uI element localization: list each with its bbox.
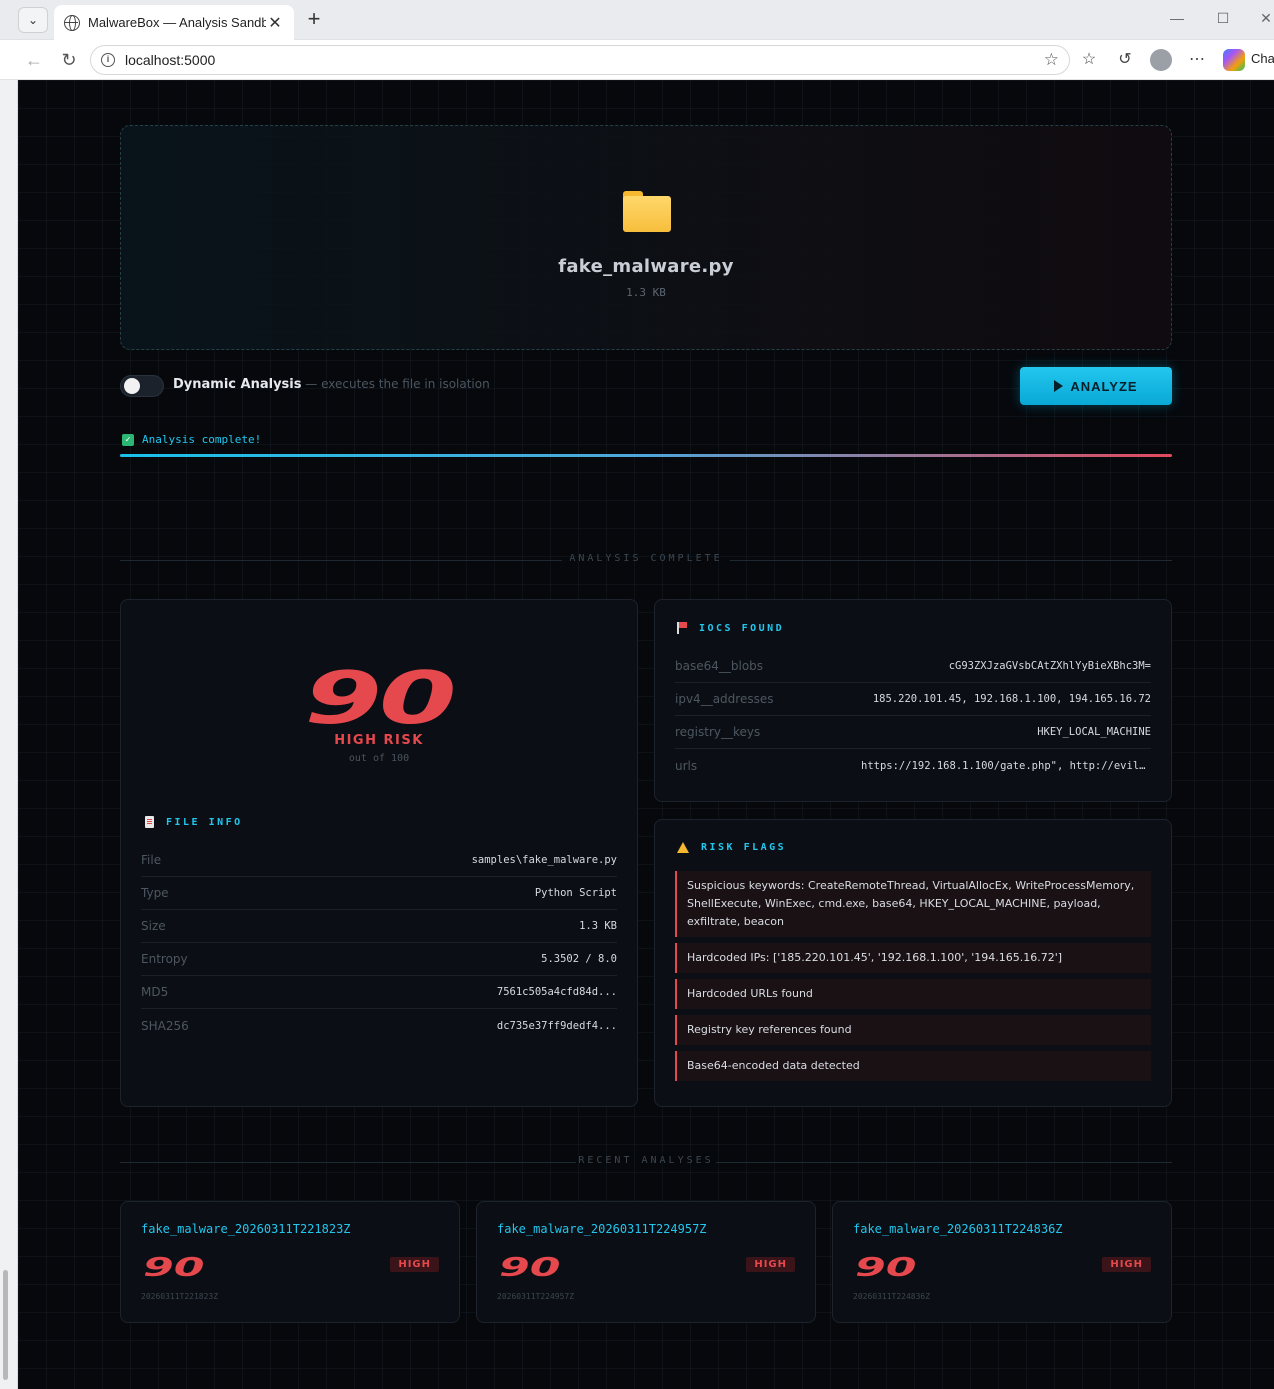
- recent-analysis-card[interactable]: fake_malware_20260311T224957Z 90 HIGH 20…: [476, 1201, 816, 1323]
- recent-analysis-score: 90: [855, 1253, 917, 1283]
- file-info-row: Entropy 5.3502 / 8.0: [141, 943, 617, 976]
- recent-analysis-name: fake_malware_20260311T224836Z: [853, 1222, 1063, 1236]
- copilot-icon[interactable]: [1223, 49, 1245, 71]
- browser-tab[interactable]: MalwareBox — Analysis Sandbox ✕: [54, 5, 294, 40]
- browser-titlebar: ⌄ MalwareBox — Analysis Sandbox ✕ + — ☐ …: [0, 0, 1274, 40]
- risk-flag-item: Hardcoded IPs: ['185.220.101.45', '192.1…: [675, 943, 1151, 973]
- section-title: RECENT ANALYSES: [578, 1155, 714, 1166]
- score-scale: out of 100: [348, 753, 410, 764]
- checkmark-icon: ✓: [122, 433, 134, 446]
- ioc-row: base64__blobs cG93ZXJzaGVsbCAtZXhlYyBieXB…: [675, 650, 1151, 683]
- iocs-card: IOCS FOUND base64__blobs cG93ZXJzaGVsbCAt…: [654, 599, 1172, 802]
- app-viewport: fake_malware.py 1.3 KB Dynamic Analysis …: [18, 80, 1274, 1389]
- recent-analysis-name: fake_malware_20260311T221823Z: [141, 1222, 351, 1236]
- play-icon: [1054, 380, 1064, 392]
- back-button[interactable]: ←: [22, 48, 46, 72]
- progress-fill: [120, 454, 1172, 457]
- tab-actions-menu[interactable]: ⌄: [18, 7, 48, 33]
- dynamic-analysis-title: Dynamic Analysis: [173, 377, 302, 392]
- file-info-row: MD5 7561c505a4cfd84d...: [141, 976, 617, 1009]
- recent-analysis-score: 90: [499, 1253, 561, 1283]
- address-bar: ← ↻ i localhost:5000 ☆ ☆ ↺ ⋯ Cha: [0, 40, 1274, 80]
- ioc-row: ipv4__addresses 185.220.101.45, 192.168.1…: [675, 683, 1151, 716]
- close-tab-icon[interactable]: ✕: [266, 13, 284, 33]
- toggle-knob: [124, 378, 140, 394]
- risk-flag-item: Registry key references found: [675, 1015, 1151, 1045]
- ioc-row: urls https://192.168.1.100/gate.php", htt…: [675, 758, 1151, 773]
- risk-badge: HIGH: [746, 1257, 795, 1272]
- favorite-star-icon[interactable]: ☆: [1044, 50, 1059, 70]
- analyze-button-label: ANALYZE: [1070, 378, 1138, 394]
- chevron-down-icon: ⌄: [27, 13, 39, 27]
- tab-title: MalwareBox — Analysis Sandbox: [88, 15, 266, 30]
- progress-bar: [120, 454, 1172, 457]
- file-info-row: Type Python Script: [141, 877, 617, 910]
- file-info-row: Size 1.3 KB: [141, 910, 617, 943]
- maximize-button[interactable]: ☐: [1213, 10, 1233, 27]
- url-text: localhost:5000: [125, 52, 216, 68]
- recent-analysis-card[interactable]: fake_malware_20260311T221823Z 90 HIGH 20…: [120, 1201, 460, 1323]
- reload-button[interactable]: ↻: [57, 48, 81, 72]
- status-text: Analysis complete!: [142, 433, 262, 446]
- analyze-button[interactable]: ANALYZE: [1020, 367, 1172, 405]
- chat-label[interactable]: Cha: [1251, 51, 1274, 66]
- dynamic-analysis-desc: — executes the file in isolation: [301, 377, 490, 391]
- file-dropzone[interactable]: fake_malware.py 1.3 KB: [120, 125, 1172, 350]
- minimize-button[interactable]: —: [1167, 10, 1187, 26]
- section-title: ANALYSIS COMPLETE: [569, 553, 723, 564]
- recent-analysis-name: fake_malware_20260311T224957Z: [497, 1222, 707, 1236]
- profile-avatar[interactable]: [1150, 49, 1172, 71]
- file-info-heading: FILE INFO: [145, 816, 243, 828]
- history-icon[interactable]: ↺: [1114, 49, 1136, 69]
- uploaded-filename: fake_malware.py: [558, 256, 734, 277]
- document-icon: [145, 816, 154, 828]
- new-tab-button[interactable]: +: [303, 8, 325, 32]
- recent-analysis-id: 20260311T224836Z: [853, 1292, 931, 1301]
- page-scrollbar-thumb[interactable]: [3, 1270, 8, 1380]
- risk-flag-item: Hardcoded URLs found: [675, 979, 1151, 1009]
- risk-flags-heading: RISK FLAGS: [677, 842, 786, 853]
- dynamic-analysis-label: Dynamic Analysis — executes the file in …: [173, 377, 490, 392]
- score-card: 90 HIGH RISK out of 100 FILE INFO File sa…: [120, 599, 638, 1107]
- recent-analysis-card[interactable]: fake_malware_20260311T224836Z 90 HIGH 20…: [832, 1201, 1172, 1323]
- risk-level: HIGH RISK: [334, 733, 424, 748]
- recent-analysis-score: 90: [143, 1253, 205, 1283]
- recent-analysis-id: 20260311T221823Z: [141, 1292, 219, 1301]
- risk-flag-item: Base64-encoded data detected: [675, 1051, 1151, 1081]
- globe-icon: [64, 14, 80, 31]
- flag-icon: [677, 622, 687, 634]
- favorites-icon[interactable]: ☆: [1078, 49, 1100, 69]
- page-scrollbar-track: [0, 80, 18, 1389]
- uploaded-filesize: 1.3 KB: [626, 286, 666, 299]
- info-icon[interactable]: i: [101, 53, 115, 67]
- risk-flag-item: Suspicious keywords: CreateRemoteThread,…: [675, 871, 1151, 937]
- risk-badge: HIGH: [1102, 1257, 1151, 1272]
- dynamic-analysis-toggle[interactable]: [120, 375, 164, 397]
- file-info-row: SHA256 dc735e37ff9dedf4...: [141, 1018, 617, 1033]
- close-window-button[interactable]: ✕: [1256, 10, 1274, 27]
- ioc-row: registry__keys HKEY_LOCAL_MACHINE: [675, 716, 1151, 749]
- more-options-icon[interactable]: ⋯: [1186, 49, 1208, 69]
- file-info-row: File samples\fake_malware.py: [141, 844, 617, 877]
- recent-analyses-divider: RECENT ANALYSES: [120, 1155, 1172, 1169]
- analysis-complete-divider: ANALYSIS COMPLETE: [120, 553, 1172, 567]
- risk-badge: HIGH: [390, 1257, 439, 1272]
- folder-icon: [623, 191, 671, 232]
- risk-flags-card: RISK FLAGS Suspicious keywords: CreateRe…: [654, 819, 1172, 1107]
- iocs-heading: IOCS FOUND: [677, 622, 784, 634]
- warning-icon: [677, 842, 689, 853]
- recent-analysis-id: 20260311T224957Z: [497, 1292, 575, 1301]
- status-message: ✓ Analysis complete!: [122, 433, 261, 446]
- url-field[interactable]: i localhost:5000 ☆: [90, 45, 1070, 75]
